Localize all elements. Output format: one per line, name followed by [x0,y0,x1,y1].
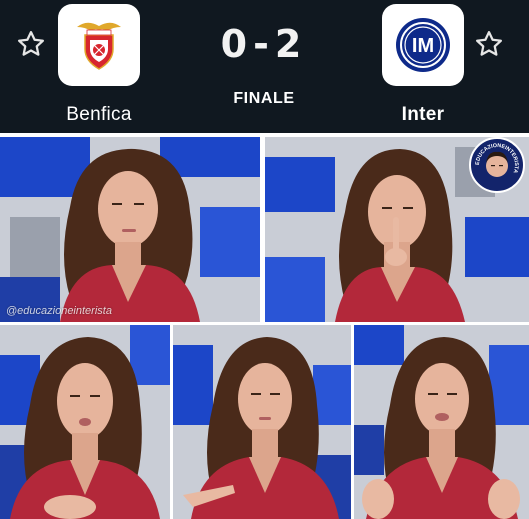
reaction-photo-2: EDUCAZIONEINTERISTA [265,137,529,322]
inter-crest-icon: IM [396,18,450,72]
watermark-text: @educazioneinterista [6,305,112,317]
inter-monogram: IM [412,35,434,57]
away-team-crest[interactable]: IM [382,4,464,86]
reaction-photo-3 [0,325,170,519]
presenter-photo [173,325,351,519]
reaction-photo-4 [173,325,351,519]
channel-badge[interactable]: EDUCAZIONEINTERISTA [469,137,525,193]
presenter-photo [0,137,260,322]
star-outline-icon [476,31,502,56]
presenter-photo [354,325,529,519]
away-team-name[interactable]: Inter [353,104,493,126]
benfica-crest-icon [77,22,121,70]
match-status: FINALE [233,90,295,107]
educazioneinterista-logo-icon: EDUCAZIONEINTERISTA [475,143,519,177]
presenter-photo [0,325,170,519]
match-scoreboard: 0-2 FINALE IM Benfica Inter [0,0,529,133]
home-team-name[interactable]: Benfica [29,104,169,126]
match-score: 0-2 [220,22,308,66]
star-outline-icon [18,31,44,56]
favorite-away-button[interactable] [473,28,505,60]
favorite-home-button[interactable] [15,28,47,60]
reaction-photo-5 [354,325,529,519]
home-team-crest[interactable] [58,4,140,86]
reaction-photo-1: @educazioneinterista [0,137,260,322]
